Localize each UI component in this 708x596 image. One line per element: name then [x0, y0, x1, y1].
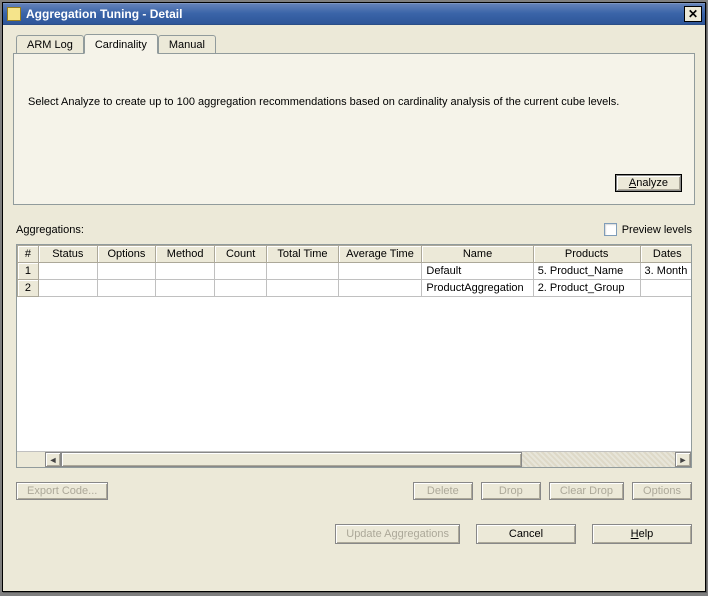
cell-products[interactable]: 5. Product_Name: [533, 263, 640, 280]
grid-table: # Status Options Method Count Total Time…: [17, 245, 691, 297]
cancel-button[interactable]: Cancel: [476, 524, 576, 544]
dialog-footer: Update Aggregations Cancel Help: [16, 524, 692, 544]
cell-count[interactable]: [214, 263, 266, 280]
options-button[interactable]: Options: [632, 482, 692, 500]
scroll-right-icon[interactable]: ►: [675, 452, 691, 467]
col-dates[interactable]: Dates: [640, 246, 691, 263]
cell-method[interactable]: [156, 280, 215, 297]
drop-button[interactable]: Drop: [481, 482, 541, 500]
preview-levels-checkbox-wrap[interactable]: Preview levels: [604, 223, 692, 236]
cell-dates[interactable]: [640, 280, 691, 297]
col-average-time[interactable]: Average Time: [338, 246, 422, 263]
grid-header-row: # Status Options Method Count Total Time…: [18, 246, 692, 263]
preview-levels-checkbox[interactable]: [604, 223, 617, 236]
col-name[interactable]: Name: [422, 246, 533, 263]
tab-manual[interactable]: Manual: [158, 35, 216, 53]
cell-count[interactable]: [214, 280, 266, 297]
cell-total-time[interactable]: [267, 280, 338, 297]
row-num: 2: [18, 280, 39, 297]
export-code-button[interactable]: Export Code...: [16, 482, 108, 500]
scrollbar-track[interactable]: [61, 452, 675, 467]
scroll-left-icon[interactable]: ◄: [45, 452, 61, 467]
close-icon[interactable]: ✕: [684, 6, 702, 22]
col-method[interactable]: Method: [156, 246, 215, 263]
cell-name[interactable]: ProductAggregation: [422, 280, 533, 297]
tab-arm-log[interactable]: ARM Log: [16, 35, 84, 53]
window: Aggregation Tuning - Detail ✕ ARM Log Ca…: [2, 2, 706, 592]
cell-status[interactable]: [38, 280, 97, 297]
col-count[interactable]: Count: [214, 246, 266, 263]
tabs: ARM Log Cardinality Manual: [16, 33, 695, 53]
cell-dates[interactable]: 3. Month: [640, 263, 691, 280]
cell-total-time[interactable]: [267, 263, 338, 280]
aggregations-header-row: Aggregations: Preview levels: [16, 223, 692, 236]
row-num: 1: [18, 263, 39, 280]
preview-levels-label: Preview levels: [622, 224, 692, 236]
col-status[interactable]: Status: [38, 246, 97, 263]
titlebar: Aggregation Tuning - Detail ✕: [3, 3, 705, 25]
window-title: Aggregation Tuning - Detail: [26, 7, 684, 21]
table-row[interactable]: 2 ProductAggregation 2. Product_Group: [18, 280, 692, 297]
analyze-holder: Analyze: [615, 174, 682, 192]
aggregations-label: Aggregations:: [16, 224, 604, 236]
app-icon: [7, 7, 21, 21]
cell-options[interactable]: [97, 280, 156, 297]
cell-method[interactable]: [156, 263, 215, 280]
col-options[interactable]: Options: [97, 246, 156, 263]
analyze-button[interactable]: Analyze: [615, 174, 682, 192]
cell-average-time[interactable]: [338, 263, 422, 280]
grid-action-row: Export Code... Delete Drop Clear Drop Op…: [16, 482, 692, 500]
delete-button[interactable]: Delete: [413, 482, 473, 500]
cell-average-time[interactable]: [338, 280, 422, 297]
help-button[interactable]: Help: [592, 524, 692, 544]
table-row[interactable]: 1 Default 5. Product_Name 3. Month 4. St…: [18, 263, 692, 280]
grid-scroll[interactable]: # Status Options Method Count Total Time…: [17, 245, 691, 451]
clear-drop-button[interactable]: Clear Drop: [549, 482, 624, 500]
col-total-time[interactable]: Total Time: [267, 246, 338, 263]
scrollbar-gutter: [17, 452, 45, 467]
col-num[interactable]: #: [18, 246, 39, 263]
client-area: ARM Log Cardinality Manual Select Analyz…: [3, 25, 705, 591]
cell-status[interactable]: [38, 263, 97, 280]
horizontal-scrollbar[interactable]: ◄ ►: [17, 451, 691, 467]
update-aggregations-button[interactable]: Update Aggregations: [335, 524, 460, 544]
scrollbar-thumb[interactable]: [61, 452, 522, 467]
cell-options[interactable]: [97, 263, 156, 280]
panel-description: Select Analyze to create up to 100 aggre…: [28, 96, 680, 108]
tab-cardinality[interactable]: Cardinality: [84, 34, 158, 54]
tab-panel-cardinality: Select Analyze to create up to 100 aggre…: [13, 53, 695, 205]
cell-products[interactable]: 2. Product_Group: [533, 280, 640, 297]
aggregations-grid[interactable]: # Status Options Method Count Total Time…: [16, 244, 692, 468]
cell-name[interactable]: Default: [422, 263, 533, 280]
col-products[interactable]: Products: [533, 246, 640, 263]
